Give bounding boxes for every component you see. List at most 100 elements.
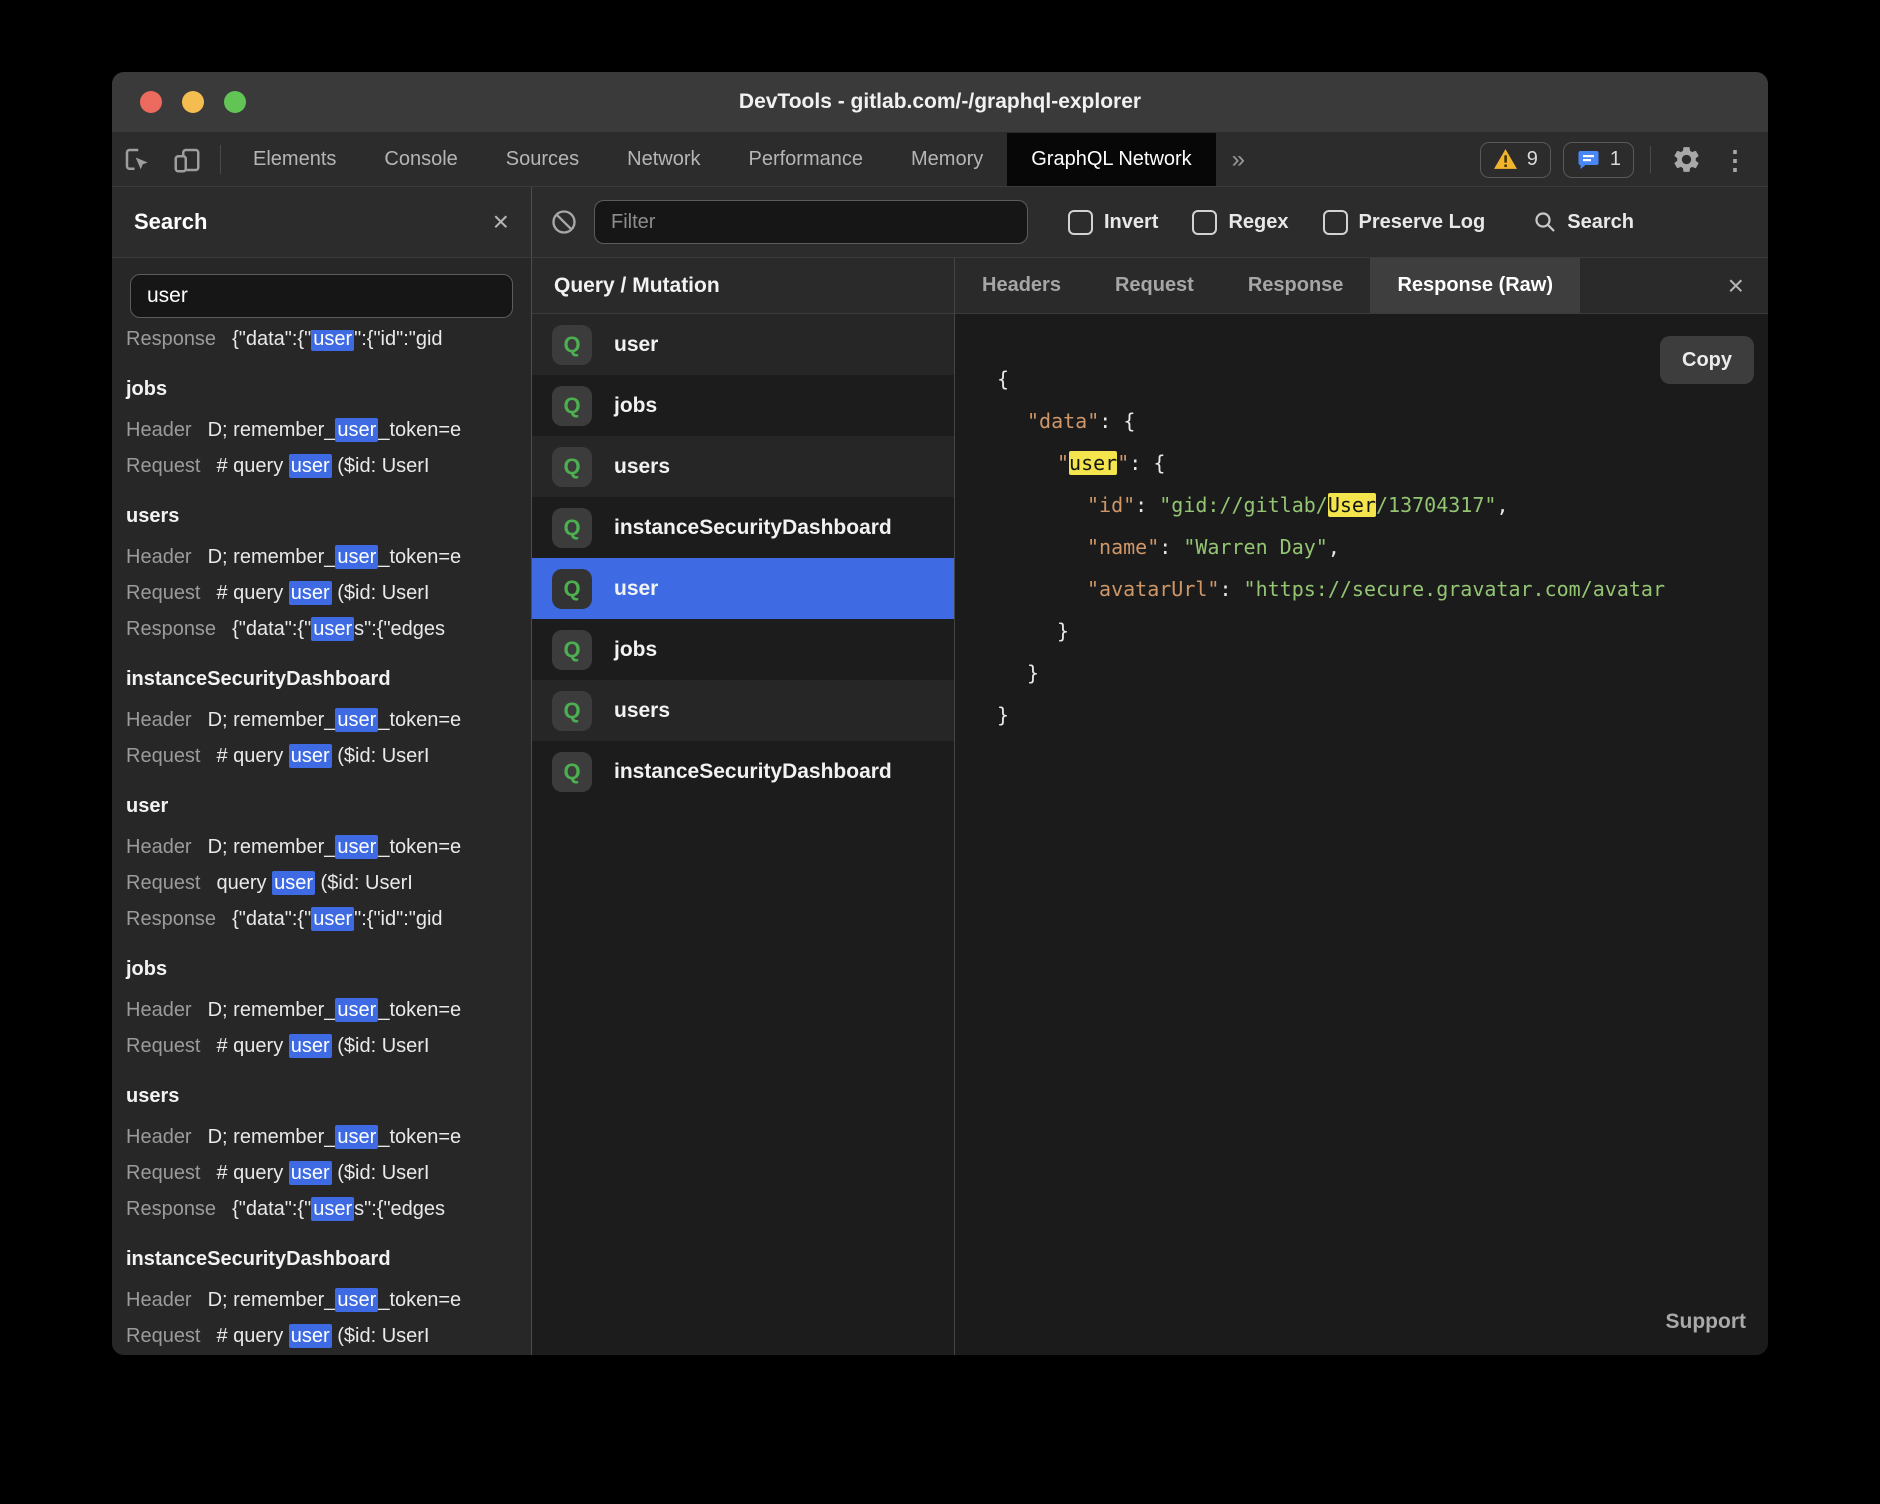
query-item-instancesecuritydashboard[interactable]: QinstanceSecurityDashboard: [532, 497, 954, 558]
search-panel-title: Search: [134, 209, 207, 235]
query-item-jobs[interactable]: Qjobs: [532, 375, 954, 436]
invert-checkbox[interactable]: Invert: [1068, 210, 1158, 235]
checkbox-label: Regex: [1228, 211, 1288, 234]
text-segment: D; remember_: [208, 546, 336, 568]
text-segment: }: [1027, 661, 1039, 685]
text-segment: D; remember_: [208, 419, 336, 441]
devtools-tab-console[interactable]: Console: [360, 133, 481, 186]
filter-band: Search × Invert Regex Preserve Log: [112, 187, 1768, 258]
result-row-label: Header: [126, 539, 192, 575]
search-result-row[interactable]: HeaderD; remember_user_token=e: [126, 702, 531, 738]
text-segment: "data": [1027, 409, 1099, 433]
search-match-highlight: user: [335, 418, 378, 442]
devtools-tab-network[interactable]: Network: [603, 133, 724, 186]
text-segment: ($id: UserI: [332, 455, 430, 477]
more-tabs-button[interactable]: »: [1216, 133, 1261, 186]
search-input[interactable]: [130, 274, 513, 318]
checkbox-box[interactable]: [1192, 210, 1217, 235]
search-match-highlight: user: [335, 998, 378, 1022]
query-item-user[interactable]: Quser: [532, 314, 954, 375]
devtools-tab-elements[interactable]: Elements: [229, 133, 360, 186]
json-line: {: [997, 358, 1768, 400]
detail-tab-headers[interactable]: Headers: [955, 258, 1088, 313]
messages-badge[interactable]: 1: [1563, 142, 1634, 178]
query-item-jobs[interactable]: Qjobs: [532, 619, 954, 680]
text-segment: ($id: UserI: [332, 1162, 430, 1184]
text-segment: {"data":{": [232, 618, 311, 640]
search-result-row[interactable]: HeaderD; remember_user_token=e: [126, 1119, 531, 1155]
checkbox-box[interactable]: [1068, 210, 1093, 235]
text-segment: :: [1159, 535, 1183, 559]
search-result-row[interactable]: Request# query user ($id: UserI: [126, 448, 531, 484]
settings-button[interactable]: [1661, 133, 1712, 186]
query-item-user[interactable]: Quser: [532, 558, 954, 619]
detail-tab-response[interactable]: Response: [1221, 258, 1371, 313]
search-result-row[interactable]: Response{"data":{"user":{"id":"gid: [126, 330, 531, 357]
text-segment: # query: [217, 1162, 289, 1184]
search-result-row[interactable]: HeaderD; remember_user_token=e: [126, 829, 531, 865]
search-result-row[interactable]: HeaderD; remember_user_token=e: [126, 539, 531, 575]
search-match-highlight: user: [289, 1034, 332, 1058]
devtools-tab-graphql-network[interactable]: GraphQL Network: [1007, 133, 1215, 186]
support-link[interactable]: Support: [1666, 1301, 1746, 1343]
search-result-row[interactable]: Request# query user ($id: UserI: [126, 575, 531, 611]
device-toolbar-button[interactable]: [162, 133, 212, 186]
search-result-row[interactable]: Request# query user ($id: UserI: [126, 1318, 531, 1354]
search-result-row[interactable]: Response{"data":{"users":{"edges: [126, 611, 531, 647]
query-item-label: instanceSecurityDashboard: [614, 516, 892, 540]
search-toggle[interactable]: Search: [1533, 210, 1634, 234]
result-row-content: D; remember_user_token=e: [208, 1282, 462, 1318]
search-result-row[interactable]: Request# query user ($id: UserI: [126, 738, 531, 774]
query-item-users[interactable]: Qusers: [532, 436, 954, 497]
close-search-panel-button[interactable]: ×: [493, 208, 509, 236]
search-result-row[interactable]: Request# query user ($id: UserI: [126, 1028, 531, 1064]
search-result-row[interactable]: HeaderD; remember_user_token=e: [126, 412, 531, 448]
query-item-label: instanceSecurityDashboard: [614, 760, 892, 784]
search-result-row[interactable]: Request# query user ($id: UserI: [126, 1155, 531, 1191]
copy-button[interactable]: Copy: [1660, 336, 1754, 384]
clear-requests-button[interactable]: [550, 208, 578, 236]
search-result-row[interactable]: Header D; remember_user_token=e: [126, 1282, 531, 1318]
search-result-row[interactable]: Requestquery user ($id: UserI: [126, 865, 531, 901]
desktop-background: DevTools - gitlab.com/-/graphql-explorer…: [0, 0, 1880, 1504]
detail-tab-response-raw[interactable]: Response (Raw): [1370, 258, 1580, 313]
warnings-badge[interactable]: 9: [1480, 142, 1551, 178]
filter-input[interactable]: [594, 200, 1028, 244]
window-titlebar[interactable]: DevTools - gitlab.com/-/graphql-explorer: [112, 72, 1768, 133]
text-segment: _token=e: [378, 1126, 461, 1148]
close-detail-button[interactable]: ×: [1704, 258, 1768, 313]
search-icon: [1533, 210, 1557, 234]
text-segment: {"data":{": [232, 908, 311, 930]
devtools-menu-button[interactable]: ⋮: [1712, 133, 1768, 186]
result-row-content: # query user ($id: UserI: [217, 1155, 430, 1191]
query-item-label: user: [614, 333, 658, 357]
text-segment: }: [997, 703, 1009, 727]
search-match-highlight: user: [335, 835, 378, 859]
json-response: {"data": {"user": {"id": "gid://gitlab/U…: [997, 358, 1768, 736]
text-segment: }: [1057, 619, 1069, 643]
search-result-row[interactable]: Response{"data":{"users":{"edges: [126, 1191, 531, 1227]
query-item-users[interactable]: Qusers: [532, 680, 954, 741]
checkbox-label: Preserve Log: [1359, 211, 1486, 234]
search-result-row[interactable]: HeaderD; remember_user_token=e: [126, 992, 531, 1028]
preserve-log-checkbox[interactable]: Preserve Log: [1323, 210, 1486, 235]
result-row-label: Header: [126, 1282, 192, 1318]
devtools-tab-memory[interactable]: Memory: [887, 133, 1007, 186]
query-item-instancesecuritydashboard[interactable]: QinstanceSecurityDashboard: [532, 741, 954, 802]
search-result-row[interactable]: Response{"data":{"user":{"id":"gid: [126, 901, 531, 937]
text-segment: : {: [1099, 409, 1135, 433]
toolbar-divider: [220, 145, 221, 174]
devtools-tab-sources[interactable]: Sources: [482, 133, 603, 186]
search-panel: Response{"data":{"user":{"id":"gidjobsHe…: [112, 258, 532, 1355]
result-row-label: Response: [126, 1191, 216, 1227]
result-row-content: # query user ($id: UserI: [217, 1028, 430, 1064]
inspect-element-button[interactable]: [112, 133, 162, 186]
regex-checkbox[interactable]: Regex: [1192, 210, 1288, 235]
text-segment: ($id: UserI: [315, 872, 413, 894]
text-segment: "name": [1087, 535, 1159, 559]
detail-tab-request[interactable]: Request: [1088, 258, 1221, 313]
devtools-tab-performance[interactable]: Performance: [725, 133, 888, 186]
text-segment: ($id: UserI: [332, 745, 430, 767]
text-segment: "https://secure.gravatar.com/avatar: [1244, 577, 1665, 601]
checkbox-box[interactable]: [1323, 210, 1348, 235]
